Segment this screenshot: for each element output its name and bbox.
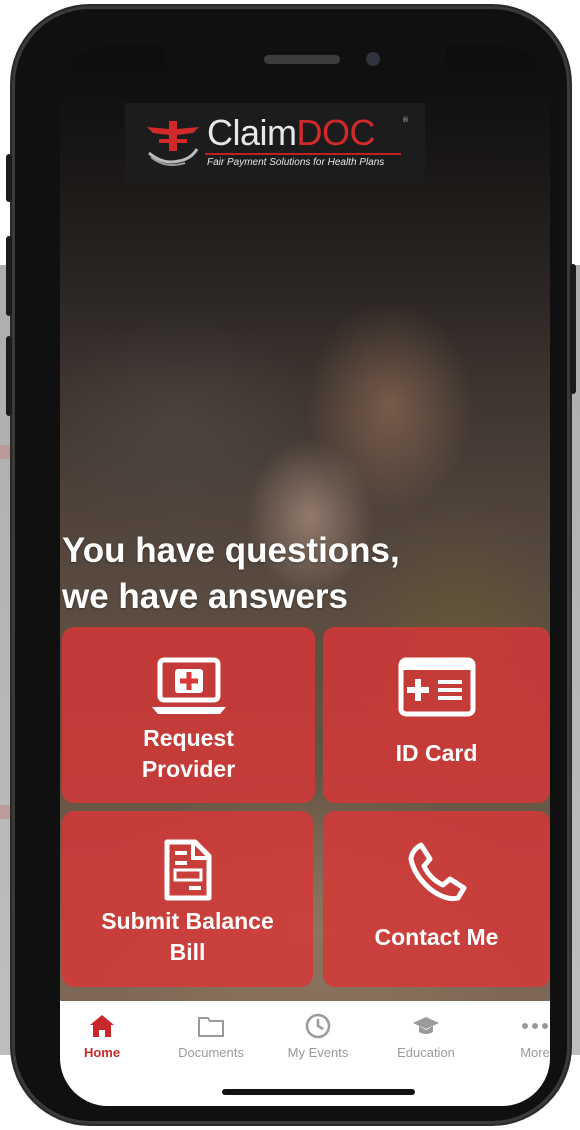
- contact-me-label: Contact Me: [374, 924, 499, 950]
- home-icon: [90, 1015, 114, 1037]
- request-provider-tile[interactable]: Request Provider: [62, 627, 315, 803]
- tab-my-events[interactable]: My Events: [273, 1011, 363, 1060]
- brand-name-plain: Claim: [207, 112, 297, 153]
- tab-home[interactable]: Home: [60, 1011, 147, 1060]
- hero-headline: You have questions, we have answers: [62, 528, 482, 620]
- submit-balance-bill-label-1: Submit Balance: [101, 908, 274, 934]
- headline-line-1: You have questions,: [62, 531, 400, 570]
- phone-icon: [408, 842, 466, 902]
- phone-frame: ClaimDOC ® Fair Payment Solutions for He…: [6, 6, 576, 1124]
- more-dots-icon: [522, 1023, 548, 1029]
- tab-more-label: More: [520, 1045, 550, 1060]
- clock-icon: [305, 1013, 331, 1039]
- logo-tagline: Fair Payment Solutions for Health Plans: [207, 157, 385, 168]
- app-screen: ClaimDOC ® Fair Payment Solutions for He…: [60, 46, 550, 1106]
- claimdoc-logo: ClaimDOC ® Fair Payment Solutions for He…: [125, 103, 425, 183]
- registered-mark: ®: [402, 116, 409, 124]
- mute-switch: [6, 154, 12, 202]
- front-camera: [366, 52, 380, 66]
- contact-me-tile[interactable]: Contact Me: [323, 811, 550, 987]
- document-icon: [164, 839, 211, 901]
- headline-line-2: we have answers: [62, 577, 348, 616]
- graduation-cap-icon: [413, 1017, 439, 1034]
- request-provider-label-1: Request: [143, 725, 234, 751]
- id-card-label: ID Card: [395, 740, 478, 766]
- laptop-plus-icon: [151, 657, 226, 714]
- caduceus-hand-icon: [147, 121, 199, 166]
- tab-education[interactable]: Education: [381, 1011, 471, 1060]
- tab-education-label: Education: [397, 1045, 455, 1060]
- tab-my-events-label: My Events: [287, 1045, 349, 1060]
- logo-divider: [205, 153, 401, 155]
- tab-documents-label: Documents: [178, 1045, 244, 1060]
- tab-more[interactable]: More: [490, 1011, 550, 1060]
- phone-notch: [164, 46, 446, 84]
- volume-down-button: [6, 336, 12, 416]
- volume-up-button: [6, 236, 12, 316]
- speaker-grille: [264, 55, 340, 64]
- power-button: [570, 264, 576, 394]
- home-indicator[interactable]: [222, 1089, 415, 1095]
- folder-icon: [198, 1017, 224, 1037]
- brand-name: ClaimDOC: [207, 112, 376, 153]
- tab-home-label: Home: [83, 1045, 121, 1060]
- brand-name-accent: DOC: [296, 112, 376, 153]
- tab-documents[interactable]: Documents: [166, 1011, 256, 1060]
- id-card-icon: [398, 657, 475, 717]
- id-card-tile[interactable]: ID Card: [323, 627, 550, 803]
- submit-balance-bill-tile[interactable]: Submit Balance Bill: [62, 811, 313, 987]
- submit-balance-bill-label-2: Bill: [169, 939, 206, 965]
- request-provider-label-2: Provider: [141, 756, 236, 782]
